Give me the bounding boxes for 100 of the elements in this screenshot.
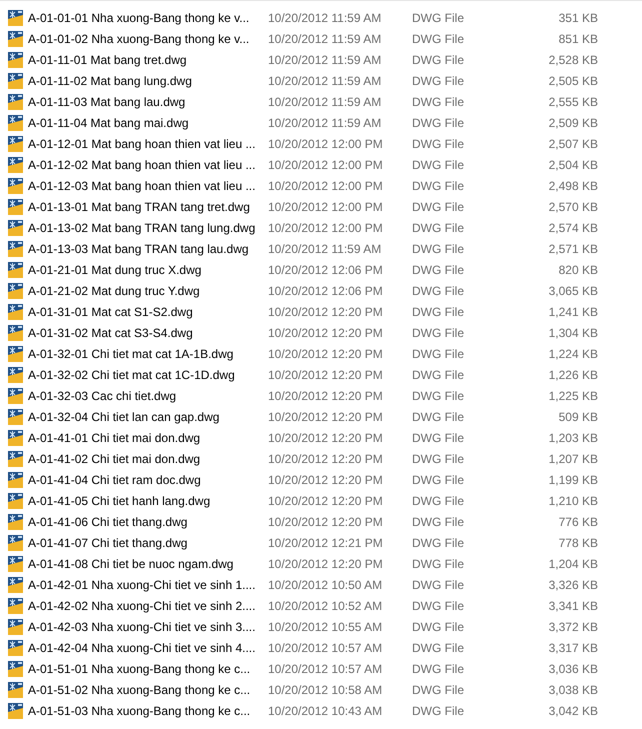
file-size: 2,571 KB (548, 242, 598, 256)
file-name[interactable]: A-01-01-02 Nha xuong-Bang thong ke v... (28, 32, 268, 46)
file-name[interactable]: A-01-41-01 Chi tiet mai don.dwg (28, 430, 268, 444)
dwg-file-icon (8, 10, 23, 26)
file-name[interactable]: A-01-13-02 Mat bang TRAN tang lung.dwg (28, 220, 268, 234)
file-size: 1,241 KB (548, 304, 598, 318)
file-type: DWG File (412, 514, 465, 528)
date-modified: 10/20/2012 10:50 AM (268, 578, 384, 592)
date-modified: 10/20/2012 11:59 AM (268, 10, 382, 24)
dwg-file-icon (8, 598, 23, 614)
date-modified: 10/20/2012 12:00 PM (268, 220, 384, 234)
file-type: DWG File (412, 620, 465, 634)
date-modified: 10/20/2012 12:20 PM (268, 304, 384, 318)
file-type: DWG File (412, 430, 465, 444)
file-name[interactable]: A-01-13-03 Mat bang TRAN tang lau.dwg (28, 242, 268, 256)
file-name[interactable]: A-01-32-04 Chi tiet lan can gap.dwg (28, 410, 268, 424)
dwg-file-icon (8, 640, 23, 656)
date-modified: 10/20/2012 10:57 AM (268, 640, 384, 654)
date-modified: 10/20/2012 12:20 PM (268, 472, 384, 486)
file-name[interactable]: A-01-41-06 Chi tiet thang.dwg (28, 514, 268, 528)
file-name[interactable]: A-01-41-05 Chi tiet hanh lang.dwg (28, 494, 268, 508)
file-size: 3,042 KB (548, 704, 598, 718)
dwg-file-icon (8, 136, 23, 152)
file-name[interactable]: A-01-01-01 Nha xuong-Bang thong ke v... (28, 10, 268, 24)
file-name[interactable]: A-01-32-03 Cac chi tiet.dwg (28, 388, 268, 402)
file-size: 2,570 KB (548, 200, 598, 214)
date-modified: 10/20/2012 12:20 PM (268, 556, 384, 570)
file-type: DWG File (412, 388, 465, 402)
dwg-file-icon (8, 576, 23, 592)
file-name[interactable]: A-01-11-03 Mat bang lau.dwg (28, 94, 268, 108)
file-size: 3,065 KB (548, 284, 598, 298)
file-type: DWG File (412, 368, 465, 382)
file-name[interactable]: A-01-42-03 Nha xuong-Chi tiet ve sinh 3.... (28, 620, 268, 634)
file-name[interactable]: A-01-31-01 Mat cat S1-S2.dwg (28, 304, 268, 318)
file-type: DWG File (412, 346, 465, 360)
dwg-file-icon (8, 156, 23, 172)
date-modified: 10/20/2012 11:59 AM (268, 116, 382, 130)
dwg-file-icon (8, 220, 23, 236)
file-type: DWG File (412, 284, 465, 298)
file-name[interactable]: A-01-11-04 Mat bang mai.dwg (28, 116, 268, 130)
file-name[interactable]: A-01-12-02 Mat bang hoan thien vat lieu ... (28, 158, 268, 172)
file-type: DWG File (412, 200, 465, 214)
file-name[interactable]: A-01-21-02 Mat dung truc Y.dwg (28, 284, 268, 298)
file-name[interactable]: A-01-11-02 Mat bang lung.dwg (28, 74, 268, 88)
dwg-file-icon (8, 324, 23, 340)
file-size: 2,507 KB (548, 136, 598, 150)
dwg-file-icon (8, 262, 23, 278)
dwg-file-icon (8, 346, 23, 362)
file-name[interactable]: A-01-32-02 Chi tiet mat cat 1C-1D.dwg (28, 368, 268, 382)
dwg-file-icon (8, 72, 23, 88)
dwg-file-icon (8, 408, 23, 424)
file-name[interactable]: A-01-42-02 Nha xuong-Chi tiet ve sinh 2.... (28, 598, 268, 612)
date-modified: 10/20/2012 10:52 AM (268, 598, 384, 612)
date-modified: 10/20/2012 11:59 AM (268, 74, 382, 88)
file-type: DWG File (412, 74, 465, 88)
file-name[interactable]: A-01-32-01 Chi tiet mat cat 1A-1B.dwg (28, 346, 268, 360)
date-modified: 10/20/2012 12:20 PM (268, 368, 384, 382)
file-type: DWG File (412, 178, 465, 192)
file-name[interactable]: A-01-51-01 Nha xuong-Bang thong ke c... (28, 662, 268, 676)
dwg-file-icon (8, 430, 23, 446)
file-name[interactable]: A-01-42-04 Nha xuong-Chi tiet ve sinh 4.... (28, 640, 268, 654)
file-size: 1,199 KB (548, 472, 598, 486)
file-name[interactable]: A-01-41-08 Chi tiet be nuoc ngam.dwg (28, 556, 268, 570)
file-size: 778 KB (558, 536, 598, 550)
file-name[interactable]: A-01-21-01 Mat dung truc X.dwg (28, 262, 268, 276)
file-type: DWG File (412, 556, 465, 570)
date-modified: 10/20/2012 10:57 AM (268, 662, 384, 676)
file-size: 776 KB (558, 514, 598, 528)
date-modified: 10/20/2012 11:59 AM (268, 32, 382, 46)
file-name[interactable]: A-01-41-07 Chi tiet thang.dwg (28, 536, 268, 550)
file-name[interactable]: A-01-12-01 Mat bang hoan thien vat lieu ... (28, 136, 268, 150)
file-name[interactable]: A-01-12-03 Mat bang hoan thien vat lieu ... (28, 178, 268, 192)
file-size: 2,509 KB (548, 116, 598, 130)
file-type: DWG File (412, 578, 465, 592)
file-type: DWG File (412, 32, 465, 46)
dwg-file-icon (8, 682, 23, 698)
file-name[interactable]: A-01-31-02 Mat cat S3-S4.dwg (28, 326, 268, 340)
date-modified: 10/20/2012 12:21 PM (268, 536, 384, 550)
file-name[interactable]: A-01-41-04 Chi tiet ram doc.dwg (28, 472, 268, 486)
file-size: 820 KB (558, 262, 598, 276)
date-modified: 10/20/2012 10:55 AM (268, 620, 384, 634)
date-modified: 10/20/2012 12:20 PM (268, 430, 384, 444)
file-name[interactable]: A-01-51-03 Nha xuong-Bang thong ke c... (28, 704, 268, 718)
file-name[interactable]: A-01-13-01 Mat bang TRAN tang tret.dwg (28, 200, 268, 214)
dwg-file-icon (8, 388, 23, 404)
date-modified: 10/20/2012 11:59 AM (268, 242, 382, 256)
file-type: DWG File (412, 116, 465, 130)
dwg-file-icon (8, 240, 23, 256)
dwg-file-icon (8, 472, 23, 488)
file-name[interactable]: A-01-41-02 Chi tiet mai don.dwg (28, 452, 268, 466)
file-name[interactable]: A-01-42-01 Nha xuong-Chi tiet ve sinh 1.... (28, 578, 268, 592)
file-size: 2,505 KB (548, 74, 598, 88)
dwg-file-icon (8, 514, 23, 530)
dwg-file-icon (8, 618, 23, 634)
file-size: 3,326 KB (548, 578, 598, 592)
file-name[interactable]: A-01-51-02 Nha xuong-Bang thong ke c... (28, 682, 268, 696)
file-name[interactable]: A-01-11-01 Mat bang tret.dwg (28, 52, 268, 66)
date-modified: 10/20/2012 10:58 AM (268, 682, 384, 696)
date-modified: 10/20/2012 12:20 PM (268, 346, 384, 360)
dwg-file-icon (8, 492, 23, 508)
